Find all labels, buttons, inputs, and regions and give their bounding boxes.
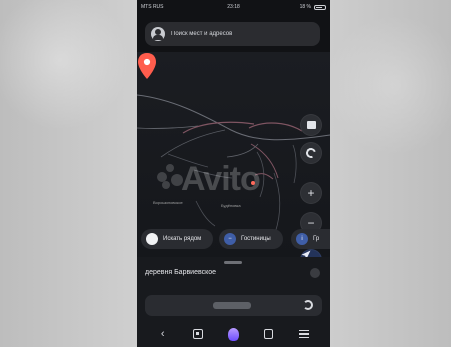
chip-more[interactable]: i Гр — [291, 229, 330, 249]
phone-screen: MTS RUS 23:18 18 % Поиск мест и адресов — [137, 0, 330, 347]
avito-watermark: Avito — [181, 160, 261, 198]
map-place-label: Ворошиловское — [153, 200, 183, 205]
hotel-icon: − — [224, 233, 236, 245]
sheet-handle[interactable] — [224, 261, 242, 264]
menu-icon — [299, 330, 310, 338]
search-placeholder[interactable]: Поиск мест и адресов — [171, 31, 232, 37]
location-title: деревня Барвиевское — [145, 269, 217, 276]
chip-label: Искать рядом — [163, 236, 202, 242]
map-view[interactable]: Avito Ворошиловское Будёновка + − — [137, 52, 330, 271]
carrier-label: MTS RUS — [141, 4, 164, 10]
pin-dot — [251, 181, 255, 185]
chip-label: Гостиницы — [241, 236, 271, 242]
back-button[interactable]: ‹ — [155, 326, 171, 342]
battery-icon — [314, 4, 326, 10]
profile-avatar[interactable] — [151, 27, 165, 41]
assistant-icon — [227, 327, 239, 341]
location-pin-icon[interactable] — [137, 52, 157, 80]
category-icon: i — [296, 233, 308, 245]
chip-label: Гр — [313, 236, 320, 242]
browser-address-bar[interactable] — [145, 295, 322, 316]
category-chips: Искать рядом − Гостиницы i Гр — [137, 229, 330, 251]
watermark-dots — [157, 164, 183, 190]
share-button[interactable] — [190, 326, 206, 342]
clock: 23:18 — [227, 4, 240, 10]
map-layers-button[interactable] — [300, 114, 322, 136]
status-bar: MTS RUS 23:18 18 % — [137, 0, 330, 14]
assistant-button[interactable] — [225, 326, 241, 342]
search-nearby-icon — [146, 233, 158, 245]
layers-icon — [306, 121, 316, 129]
search-bar[interactable]: Поиск мест и адресов — [145, 22, 320, 46]
chip-search-nearby[interactable]: Искать рядом — [141, 229, 213, 249]
map-place-label: Будёновка — [221, 203, 241, 208]
share-icon — [193, 329, 204, 339]
compass-icon — [304, 146, 318, 160]
browser-bottom-nav: ‹ — [137, 321, 330, 347]
zoom-in-button[interactable]: + — [300, 182, 322, 204]
reload-icon[interactable] — [303, 300, 313, 310]
compass-button[interactable] — [300, 142, 322, 164]
chip-hotels[interactable]: − Гостиницы — [219, 229, 283, 249]
battery-percent: 18 % — [299, 4, 311, 10]
tabs-button[interactable] — [261, 326, 277, 342]
blurred-url — [213, 302, 251, 309]
menu-button[interactable] — [296, 326, 312, 342]
sheet-action-button[interactable] — [310, 268, 320, 278]
tabs-icon — [264, 329, 274, 339]
status-right: 18 % — [300, 4, 326, 10]
